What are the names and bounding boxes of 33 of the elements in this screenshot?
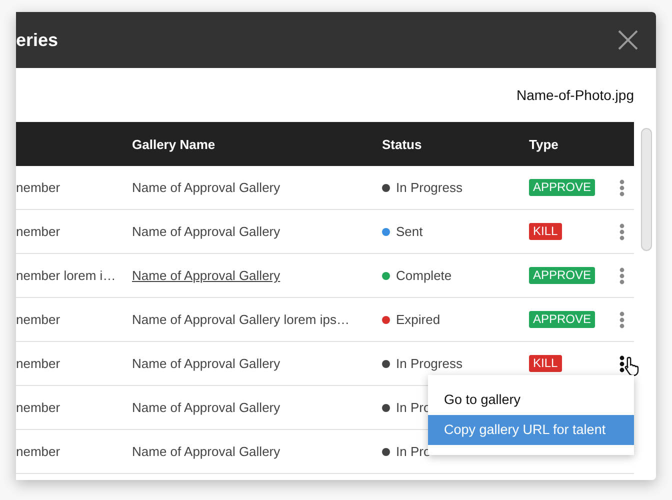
table-cell-text: Name of Approval Gallery bbox=[132, 356, 282, 371]
file-name: Name-of-Photo.jpg bbox=[516, 87, 634, 103]
status-text: Sent bbox=[396, 224, 423, 239]
status-text: In Progress bbox=[396, 356, 462, 371]
scrollbar[interactable] bbox=[641, 128, 652, 251]
table-cell-text: nember bbox=[16, 444, 62, 459]
table-cell-text: Name of Approval Gallery bbox=[132, 400, 282, 415]
gallery-link[interactable]: Name of Approval Gallery bbox=[132, 268, 382, 283]
close-icon[interactable] bbox=[618, 30, 638, 50]
table-cell-text: nember bbox=[16, 180, 62, 195]
table-cell-text: nember bbox=[16, 312, 62, 327]
type-tag: APPROVE bbox=[529, 267, 596, 284]
column-header: Type bbox=[529, 136, 560, 152]
table-cell-text: nember bbox=[16, 224, 62, 239]
column-header: Gallery Name bbox=[132, 136, 216, 152]
status-text: Complete bbox=[396, 268, 452, 283]
type-tag: APPROVE bbox=[529, 179, 596, 196]
table-cell-text: Name of Approval Gallery bbox=[132, 224, 282, 239]
more-options-icon[interactable] bbox=[619, 354, 625, 372]
type-tag: APPROVE bbox=[529, 311, 596, 328]
status-text: Expired bbox=[396, 312, 440, 327]
table-cell-text: Name of Approval Gallery lorem ips… bbox=[132, 312, 350, 327]
type-tag: KILL bbox=[529, 355, 562, 372]
table-cell-text: nember lorem i… bbox=[16, 268, 117, 283]
table-cell-text: nember bbox=[16, 400, 62, 415]
table-cell-text: Name of Approval Gallery bbox=[132, 444, 282, 459]
menu-item[interactable]: Go to gallery bbox=[428, 385, 634, 415]
status-text: In Progress bbox=[396, 180, 462, 195]
type-tag: KILL bbox=[529, 223, 562, 240]
column-header: Status bbox=[382, 136, 423, 152]
table-cell-text: Name of Approval Gallery bbox=[132, 180, 282, 195]
dialog-title: eries bbox=[16, 30, 58, 50]
table-cell-text: nember bbox=[16, 356, 62, 371]
